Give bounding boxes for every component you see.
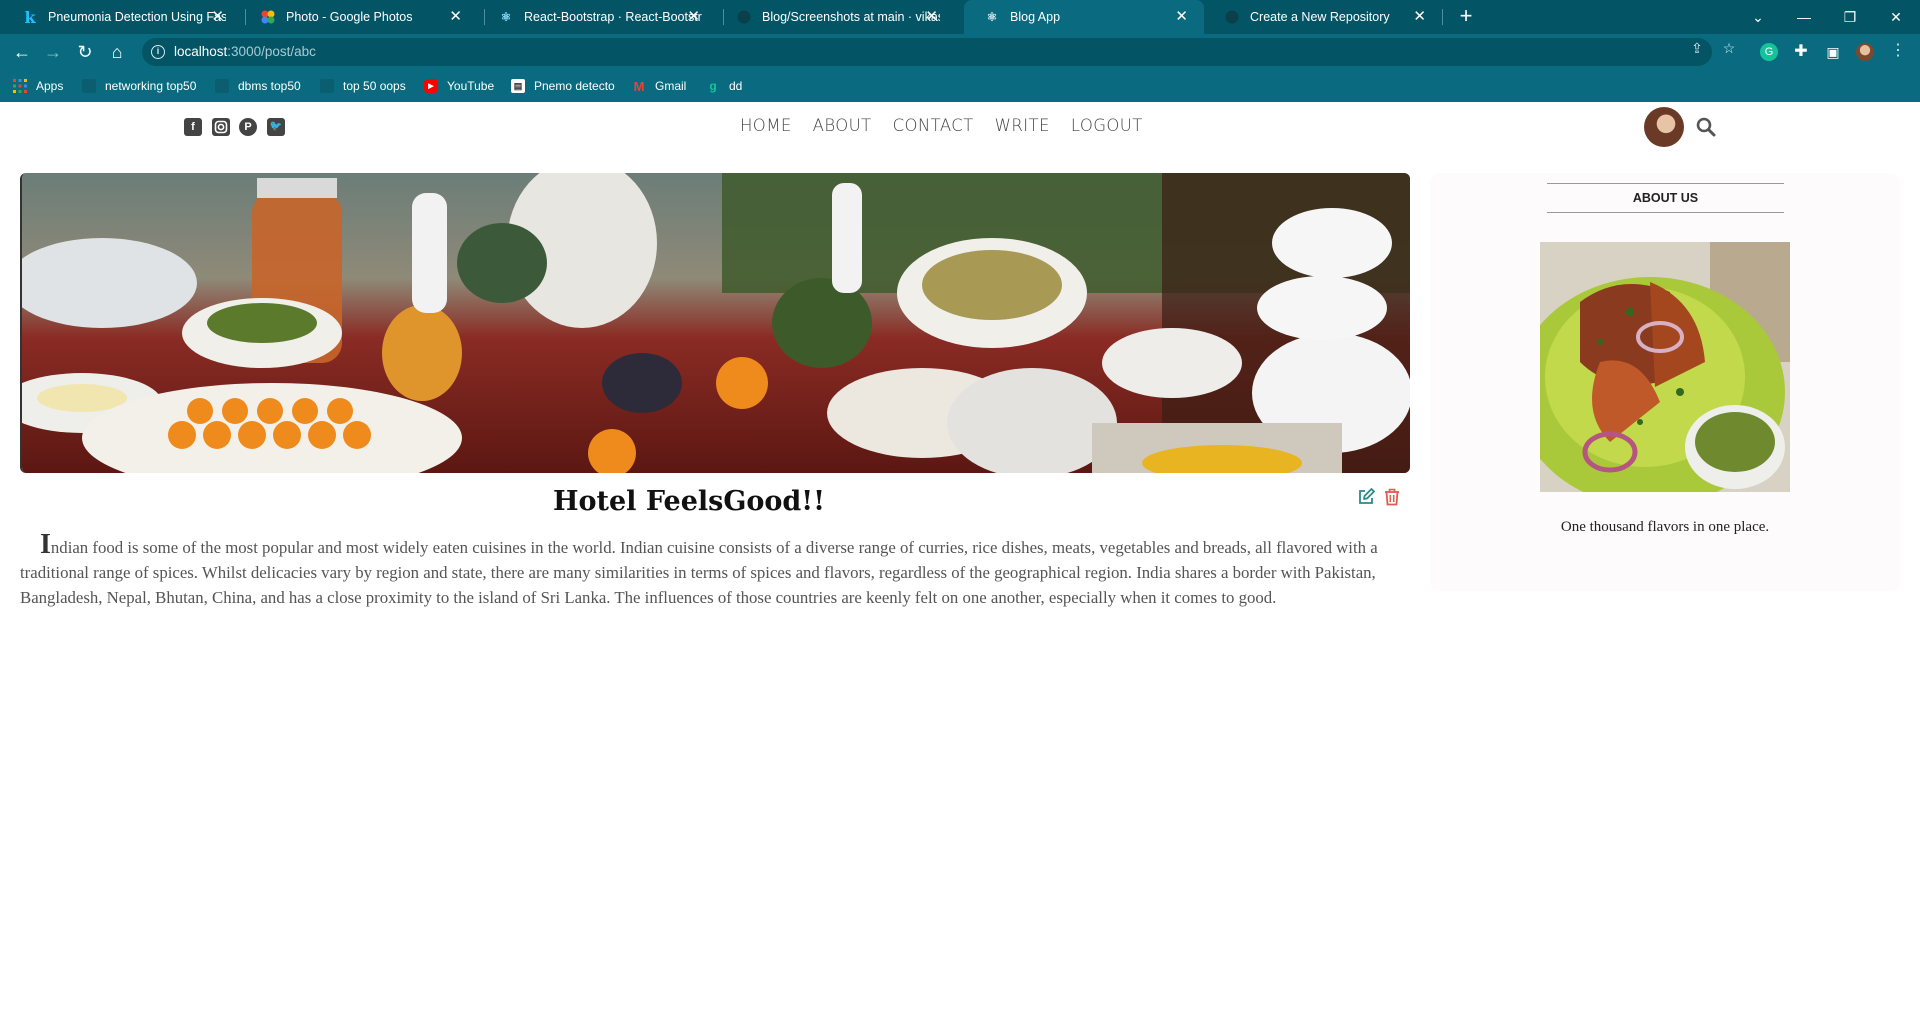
address-path: :3000/post/abc	[227, 44, 316, 59]
browser-tab[interactable]: k Pneumonia Detection Using Fast ✕	[2, 0, 240, 34]
close-icon[interactable]: ✕	[687, 9, 700, 25]
tab-title: Blog/Screenshots at main · vikas	[762, 10, 940, 24]
bookmark-label: Gmail	[655, 79, 687, 93]
trash-icon[interactable]	[1384, 488, 1400, 506]
more-menu-icon[interactable]: ⋮	[1890, 43, 1906, 59]
sidebar-image	[1540, 242, 1790, 492]
edit-icon[interactable]	[1357, 488, 1375, 506]
bookmark-label: Pnemo detecto	[534, 79, 615, 93]
side-panel-icon[interactable]: ▣	[1824, 43, 1842, 61]
address-bar[interactable]: i localhost:3000/post/abc	[142, 38, 1712, 66]
bookmark-label: Apps	[36, 79, 64, 93]
home-icon[interactable]: ⌂	[105, 40, 129, 64]
document-icon: ▤	[511, 79, 525, 93]
close-icon[interactable]: ✕	[449, 9, 462, 25]
nav-contact[interactable]: CONTACT	[893, 116, 974, 135]
close-icon[interactable]: ✕	[1175, 9, 1188, 25]
tab-title: Blog App	[1010, 10, 1061, 24]
restore-icon[interactable]: ❐	[1827, 0, 1873, 34]
bookmark-item[interactable]: ▶ YouTube	[424, 70, 494, 102]
browser-tab[interactable]: Blog/Screenshots at main · vikas ✕	[716, 0, 954, 34]
share-icon[interactable]: ⇪	[1689, 40, 1705, 56]
browser-tab-active[interactable]: ⚛ Blog App ✕	[964, 0, 1204, 34]
bookmark-item[interactable]: Apps	[13, 70, 63, 102]
bookmark-label: dbms top50	[238, 79, 301, 93]
profile-avatar-icon[interactable]	[1856, 43, 1874, 61]
close-window-icon[interactable]: ✕	[1873, 0, 1919, 34]
nav-logout[interactable]: LOGOUT	[1071, 116, 1143, 135]
post-title: Hotel FeelsGood!!	[553, 486, 825, 517]
bookmark-label: dd	[729, 79, 743, 93]
bookmark-item[interactable]: dbms top50	[215, 70, 301, 102]
avatar[interactable]	[1644, 107, 1684, 147]
reload-icon[interactable]: ↻	[73, 40, 97, 64]
github-icon	[736, 9, 752, 25]
tab-title: React-Bootstrap · React-Bootstrap	[524, 10, 702, 24]
site-topbar: f P 🐦 HOME ABOUT CONTACT WRITE LOGOUT	[0, 102, 1920, 152]
grammarly-icon: g	[709, 79, 717, 93]
sidebar-title-box: ABOUT US	[1547, 183, 1784, 213]
browser-tab[interactable]: Photo - Google Photos ✕	[240, 0, 478, 34]
bookmark-star-icon[interactable]: ☆	[1721, 40, 1737, 56]
bookmark-label: networking top50	[105, 79, 197, 93]
main-nav: HOME ABOUT CONTACT WRITE LOGOUT	[740, 116, 1143, 135]
post-image	[20, 173, 1410, 473]
blog-page: f P 🐦 HOME ABOUT CONTACT WRITE LOGOUT Ho…	[0, 102, 1920, 1032]
minimize-icon[interactable]: —	[1781, 0, 1827, 34]
react-icon: ⚛	[986, 10, 998, 24]
browser-tabstrip: k Pneumonia Detection Using Fast ✕ Photo…	[0, 0, 1920, 34]
bookmark-page-icon	[82, 79, 96, 93]
pinterest-icon[interactable]: P	[239, 118, 257, 136]
twitter-icon[interactable]: 🐦	[267, 118, 285, 136]
facebook-icon[interactable]: f	[184, 118, 202, 136]
back-arrow-icon[interactable]: ←	[10, 40, 34, 64]
search-icon[interactable]	[1696, 117, 1716, 137]
site-info-icon[interactable]: i	[151, 45, 165, 59]
tab-title: Pneumonia Detection Using Fast	[48, 10, 226, 24]
bookmarks-bar: Apps networking top50 dbms top50 top 50 …	[0, 70, 1920, 102]
github-icon	[1224, 9, 1240, 25]
close-icon[interactable]: ✕	[211, 9, 224, 25]
sidebar: ABOUT US One thousand flavors in one pla…	[1430, 173, 1900, 591]
kaggle-icon: k	[24, 7, 36, 27]
tab-title: Create a New Repository	[1250, 10, 1390, 24]
browser-tab[interactable]: ⚛ React-Bootstrap · React-Bootstrap ✕	[478, 0, 716, 34]
grammarly-icon[interactable]: G	[1760, 43, 1778, 61]
tab-title: Photo - Google Photos	[286, 10, 413, 24]
browser-toolbar: ← → ↻ ⌂ i localhost:3000/post/abc ⇪ ☆ G …	[0, 34, 1920, 70]
address-url[interactable]: localhost:3000/post/abc	[174, 44, 316, 59]
new-tab-button[interactable]: +	[1454, 5, 1478, 29]
bookmark-item[interactable]: networking top50	[82, 70, 196, 102]
apps-grid-icon	[13, 79, 27, 93]
nav-home[interactable]: HOME	[740, 116, 792, 135]
close-icon[interactable]: ✕	[1413, 9, 1426, 25]
bookmark-page-icon	[215, 79, 229, 93]
react-bootstrap-icon: ⚛	[500, 10, 512, 24]
instagram-icon[interactable]	[212, 118, 230, 136]
address-host: localhost	[174, 44, 228, 59]
youtube-icon: ▶	[424, 79, 438, 93]
post-body-text: ndian food is some of the most popular a…	[20, 538, 1378, 607]
sidebar-text: One thousand flavors in one place.	[1560, 519, 1770, 535]
post-body: Indian food is some of the most popular …	[20, 529, 1390, 610]
bookmark-label: YouTube	[447, 79, 495, 93]
close-icon[interactable]: ✕	[925, 9, 938, 25]
forward-arrow-icon[interactable]: →	[41, 40, 65, 64]
bookmark-page-icon	[320, 79, 334, 93]
google-photos-icon	[260, 9, 276, 25]
nav-write[interactable]: WRITE	[995, 116, 1050, 135]
browser-tab[interactable]: Create a New Repository ✕	[1204, 0, 1442, 34]
nav-about[interactable]: ABOUT	[813, 116, 872, 135]
tab-separator	[1442, 9, 1443, 25]
bookmark-item[interactable]: M Gmail	[632, 70, 687, 102]
bookmark-item[interactable]: ▤ Pnemo detecto	[511, 70, 615, 102]
tab-search-icon[interactable]: ⌄	[1735, 0, 1781, 34]
post-dropcap: I	[40, 529, 51, 560]
bookmark-item[interactable]: g dd	[706, 70, 742, 102]
sidebar-title: ABOUT US	[1632, 191, 1699, 205]
bookmark-item[interactable]: top 50 oops	[320, 70, 406, 102]
gmail-icon: M	[633, 78, 645, 94]
extensions-puzzle-icon[interactable]: ✚	[1792, 43, 1810, 61]
bookmark-label: top 50 oops	[343, 79, 406, 93]
